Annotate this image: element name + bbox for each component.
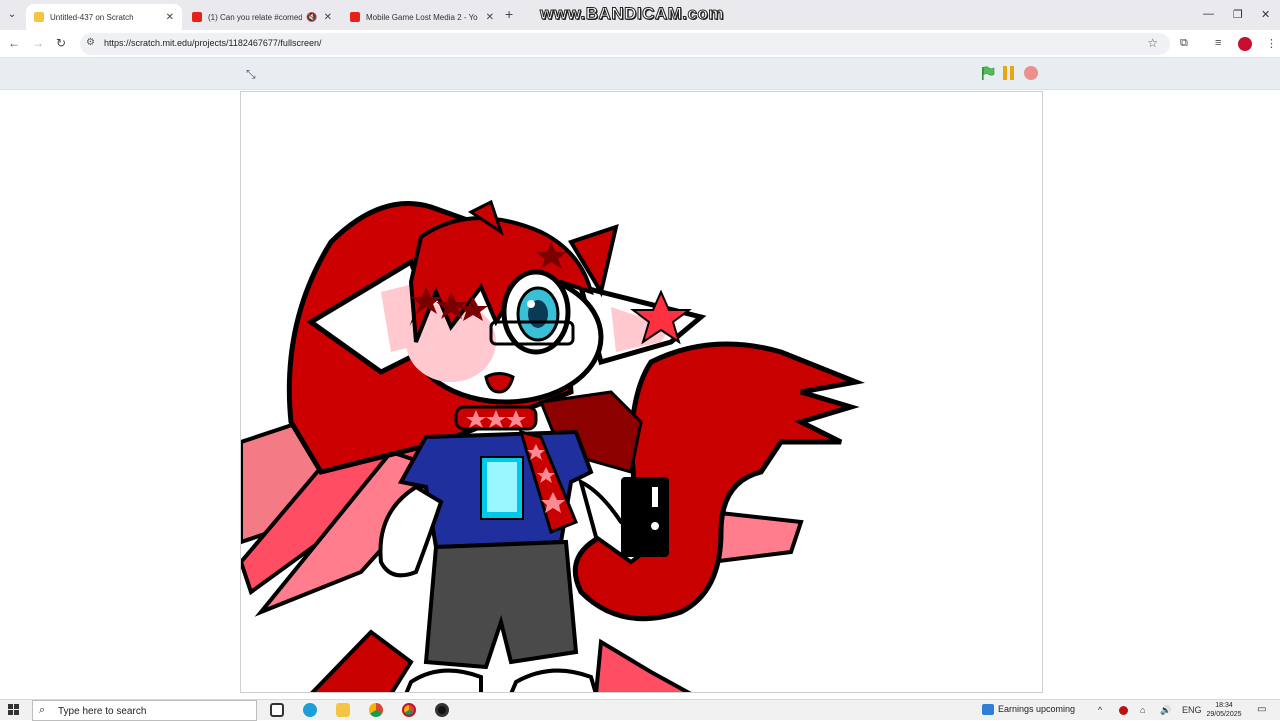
project-stage[interactable]: [240, 91, 1043, 693]
language-indicator[interactable]: ENG: [1182, 705, 1202, 715]
tab-title: Untitled-437 on Scratch: [50, 12, 134, 22]
clock-time: 18:34: [1215, 702, 1233, 709]
url-text[interactable]: https://scratch.mit.edu/projects/1182467…: [104, 38, 321, 48]
green-flag-icon[interactable]: [981, 66, 995, 80]
youtube-favicon-icon: [192, 12, 202, 22]
bandicam-watermark: www.BANDICAM.com: [540, 4, 725, 24]
tab-title: Mobile Game Lost Media 2 - Yo: [366, 12, 478, 22]
task-view-icon[interactable]: [270, 703, 284, 717]
close-window-icon[interactable]: ✕: [1261, 8, 1270, 21]
browser-toolbar: ← → ↻ ⚙ https://scratch.mit.edu/projects…: [0, 30, 1280, 58]
close-icon[interactable]: ✕: [324, 12, 332, 23]
clock[interactable]: 18:34 29/05/2025: [1202, 701, 1246, 719]
volume-icon[interactable]: 🔊: [1160, 705, 1171, 716]
file-explorer-icon[interactable]: [336, 703, 350, 717]
network-icon[interactable]: ⌂: [1140, 705, 1145, 715]
close-icon[interactable]: ✕: [486, 12, 494, 23]
chrome-icon[interactable]: [369, 703, 383, 717]
stop-icon[interactable]: [1024, 66, 1038, 80]
clock-date: 29/05/2025: [1206, 711, 1242, 718]
news-widget-text: Earnings upcoming: [998, 704, 1076, 714]
close-icon[interactable]: ✕: [166, 12, 174, 23]
character-sprite[interactable]: [241, 92, 1043, 693]
search-icon: ⌕: [39, 704, 46, 716]
profile-avatar[interactable]: [1238, 37, 1252, 51]
scratch-player-bar: ⤡: [0, 58, 1280, 90]
extensions-puzzle-icon[interactable]: ⧉: [1180, 37, 1188, 50]
back-arrow-icon[interactable]: ←: [8, 36, 20, 50]
windows-taskbar: ⌕ Type here to search Earnings upcoming …: [0, 699, 1280, 721]
search-placeholder: Type here to search: [58, 706, 147, 717]
address-bar[interactable]: ⚙ https://scratch.mit.edu/projects/11824…: [80, 33, 1170, 55]
taskbar-search-box[interactable]: ⌕ Type here to search: [32, 700, 257, 721]
edge-browser-icon[interactable]: [303, 703, 317, 717]
windows-start-icon[interactable]: [8, 704, 20, 716]
restore-icon[interactable]: ❐: [1233, 8, 1243, 21]
minimize-icon[interactable]: —: [1203, 8, 1214, 20]
chrome-profile-icon[interactable]: [402, 703, 416, 717]
forward-arrow-icon[interactable]: →: [32, 36, 44, 50]
youtube-favicon-icon: [350, 12, 360, 22]
menu-kebab-icon[interactable]: ⋮: [1266, 37, 1277, 50]
tab-title: (1) Can you relate #comedy: [208, 12, 303, 22]
notifications-icon[interactable]: ▭: [1257, 704, 1266, 715]
show-hidden-icons-chevron-icon[interactable]: ^: [1098, 705, 1102, 715]
bandicam-record-icon[interactable]: [435, 703, 449, 717]
stock-chart-icon: [982, 704, 994, 716]
scratch-favicon-icon: [34, 12, 44, 22]
tab-youtube-lost-media[interactable]: Mobile Game Lost Media 2 - Yo ✕: [342, 4, 502, 30]
tab-scratch[interactable]: Untitled-437 on Scratch ✕: [26, 4, 182, 30]
speaker-muted-icon[interactable]: 🔇: [306, 12, 317, 23]
tab-search-chevron-icon[interactable]: ⌄: [4, 7, 20, 23]
exit-fullscreen-icon[interactable]: ⤡: [246, 67, 256, 82]
site-info-icon[interactable]: ⚙: [86, 37, 95, 48]
reload-icon[interactable]: ↻: [56, 36, 66, 50]
media-controls-icon[interactable]: ≡: [1215, 37, 1221, 49]
pause-icon[interactable]: [1002, 66, 1016, 80]
news-widget[interactable]: Earnings upcoming: [982, 704, 1076, 716]
record-tray-icon[interactable]: [1119, 706, 1128, 715]
new-tab-plus-icon[interactable]: +: [505, 6, 513, 22]
bookmark-star-icon[interactable]: ☆: [1147, 36, 1158, 50]
tab-strip: ⌄ Untitled-437 on Scratch ✕ (1) Can you …: [0, 0, 1280, 30]
tab-youtube-comedy[interactable]: (1) Can you relate #comedy 🔇 ✕: [184, 4, 340, 30]
